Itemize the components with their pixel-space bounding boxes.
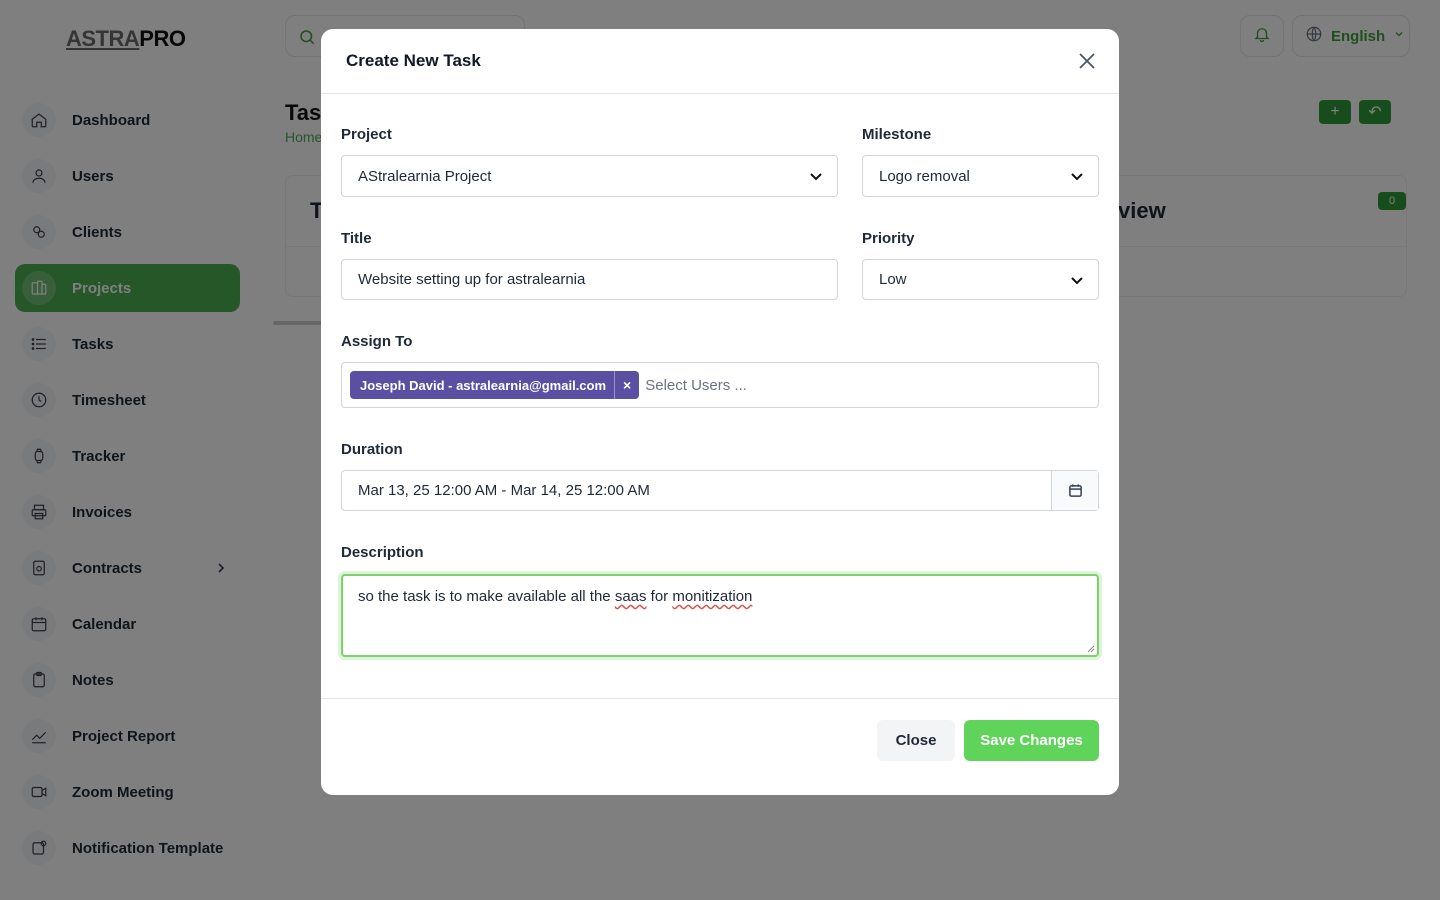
milestone-value: Logo removal (879, 167, 970, 185)
priority-label: Priority (862, 230, 915, 247)
duration-value: Mar 13, 25 12:00 AM - Mar 14, 25 12:00 A… (358, 482, 650, 499)
duration-label: Duration (341, 441, 403, 458)
selected-user-tag: Joseph David - astralearnia@gmail.com × (350, 371, 640, 399)
remove-tag-button[interactable]: × (614, 371, 639, 399)
priority-value: Low (879, 271, 907, 288)
description-textarea[interactable]: so the task is to make available all the… (341, 574, 1099, 657)
milestone-select[interactable]: Logo removal (862, 155, 1099, 197)
project-value: AStralearnia Project (358, 167, 492, 185)
milestone-label: Milestone (862, 126, 932, 143)
date-picker-button[interactable] (1051, 471, 1098, 510)
resize-handle-icon[interactable] (1087, 645, 1095, 653)
duration-input[interactable]: Mar 13, 25 12:00 AM - Mar 14, 25 12:00 A… (341, 470, 1099, 511)
modal-header: Create New Task (321, 29, 1119, 94)
title-input[interactable]: Website setting up for astralearnia (341, 259, 838, 300)
description-text: for (646, 588, 673, 605)
project-select[interactable]: AStralearnia Project (341, 155, 838, 197)
chevron-down-icon (1070, 169, 1084, 183)
chevron-down-icon (1070, 273, 1084, 287)
description-text: so the task is to make available all the (358, 588, 615, 605)
create-task-modal: Create New Task Project AStralearnia Pro… (321, 29, 1119, 795)
assign-users-select[interactable]: Joseph David - astralearnia@gmail.com × … (341, 362, 1099, 408)
selected-user-label: Joseph David - astralearnia@gmail.com (360, 377, 607, 393)
close-modal-button[interactable] (1077, 51, 1097, 71)
assign-to-label: Assign To (341, 333, 413, 350)
title-label: Title (341, 230, 372, 247)
title-value: Website setting up for astralearnia (358, 271, 586, 288)
chevron-down-icon (809, 169, 823, 183)
project-label: Project (341, 126, 392, 143)
close-icon (1079, 53, 1095, 69)
modal-title: Create New Task (346, 51, 481, 70)
description-label: Description (341, 544, 424, 561)
modal-footer: Close Save Changes (321, 698, 1119, 795)
save-changes-button[interactable]: Save Changes (964, 720, 1099, 761)
close-button[interactable]: Close (877, 720, 955, 761)
select-users-placeholder[interactable]: Select Users ... (645, 377, 747, 394)
calendar-icon (1068, 484, 1082, 497)
misspelled-word: saas (614, 588, 647, 605)
priority-select[interactable]: Low (862, 259, 1099, 300)
misspelled-word: monitization (672, 588, 753, 605)
